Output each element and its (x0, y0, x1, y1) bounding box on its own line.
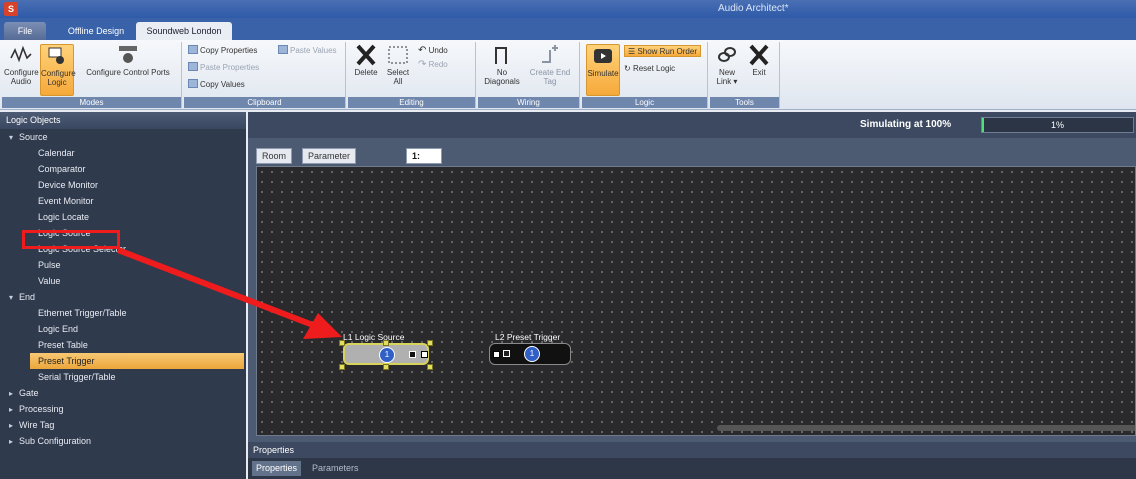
annotation-arrow (116, 247, 342, 339)
